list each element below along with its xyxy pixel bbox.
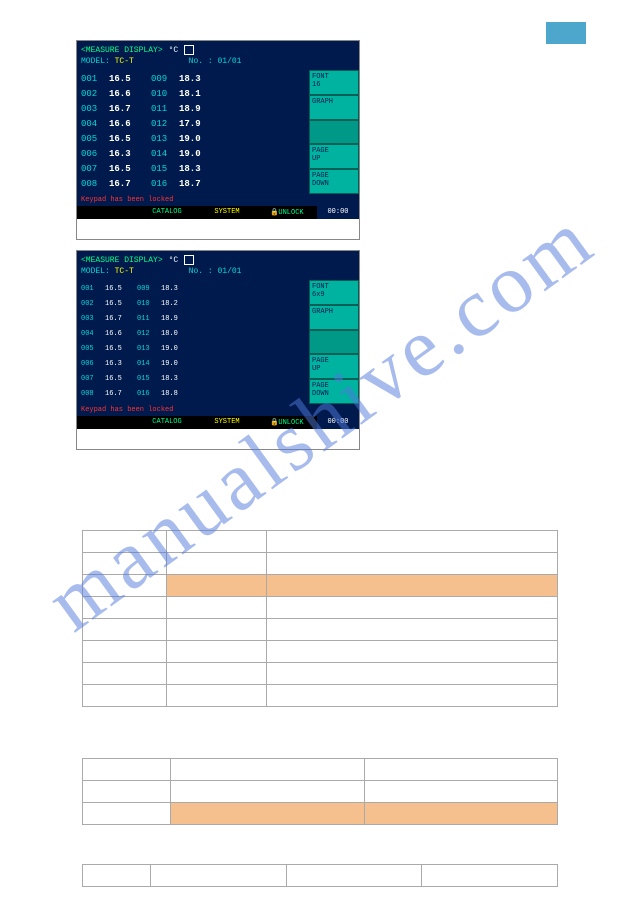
table-cell: [422, 865, 558, 887]
data-grid: 00116.500918.300216.501018.200316.701118…: [77, 280, 309, 404]
side-button[interactable]: PAGE DOWN: [309, 169, 359, 194]
model-value: TC-T: [115, 57, 134, 66]
table-cell: [267, 663, 558, 685]
table-cell: [267, 553, 558, 575]
table-cell: [83, 685, 167, 707]
system-button[interactable]: SYSTEM: [197, 206, 257, 219]
table-cell: [171, 781, 365, 803]
device-screenshot-1: <MEASURE DISPLAY> °C MODEL: TC-T No. : 0…: [76, 40, 360, 240]
table-cell: [267, 575, 558, 597]
table-cell: [167, 663, 267, 685]
unlock-button[interactable]: 🔒UNLOCK: [257, 416, 317, 429]
table-3: [82, 864, 558, 887]
side-button[interactable]: FONT 6x9: [309, 280, 359, 305]
table-cell: [83, 553, 167, 575]
table-cell: [267, 597, 558, 619]
table-cell: [167, 531, 267, 553]
table-cell: [167, 641, 267, 663]
side-button[interactable]: [309, 120, 359, 145]
table-cell: [167, 619, 267, 641]
side-button[interactable]: PAGE DOWN: [309, 379, 359, 404]
table-cell: [83, 641, 167, 663]
side-buttons: FONT 6x9GRAPH PAGE UPPAGE DOWN: [309, 280, 359, 404]
table-cell: [267, 619, 558, 641]
table-cell: [364, 759, 558, 781]
status-bar: CATALOG SYSTEM 🔒UNLOCK 00:00: [77, 416, 359, 429]
unit-label: °C: [169, 46, 179, 55]
status-message: Keypad has been locked: [77, 404, 359, 416]
screen-title: <MEASURE DISPLAY>: [81, 46, 163, 55]
catalog-button[interactable]: CATALOG: [137, 416, 197, 429]
table-cell: [267, 685, 558, 707]
table-cell: [83, 575, 167, 597]
catalog-button[interactable]: CATALOG: [137, 206, 197, 219]
unlock-button[interactable]: 🔒UNLOCK: [257, 206, 317, 219]
save-icon: [184, 255, 194, 265]
table-cell: [364, 781, 558, 803]
table-cell: [83, 597, 167, 619]
system-button[interactable]: SYSTEM: [197, 416, 257, 429]
table-cell: [83, 803, 171, 825]
table-cell: [167, 597, 267, 619]
side-button[interactable]: PAGE UP: [309, 354, 359, 379]
table-1: [82, 530, 558, 707]
table-cell: [286, 865, 422, 887]
side-button[interactable]: GRAPH: [309, 95, 359, 120]
table-cell: [267, 531, 558, 553]
status-message: Keypad has been locked: [77, 194, 359, 206]
table-cell: [151, 865, 287, 887]
table-cell: [83, 781, 171, 803]
clock: 00:00: [317, 416, 359, 429]
model-label: MODEL:: [81, 267, 110, 276]
table-cell: [267, 641, 558, 663]
model-label: MODEL:: [81, 57, 110, 66]
table-cell: [171, 803, 365, 825]
table-cell: [167, 575, 267, 597]
table-2: [82, 758, 558, 825]
screen-title: <MEASURE DISPLAY>: [81, 256, 163, 265]
side-button[interactable]: GRAPH: [309, 305, 359, 330]
model-value: TC-T: [115, 267, 134, 276]
status-bar: CATALOG SYSTEM 🔒UNLOCK 00:00: [77, 206, 359, 219]
no-label: No. : 01/01: [189, 57, 242, 66]
side-button[interactable]: [309, 330, 359, 355]
unit-label: °C: [169, 256, 179, 265]
data-grid: 00116.500918.300216.601018.100316.701118…: [77, 70, 309, 194]
table-cell: [83, 531, 167, 553]
save-icon: [184, 45, 194, 55]
clock: 00:00: [317, 206, 359, 219]
side-button[interactable]: PAGE UP: [309, 144, 359, 169]
table-cell: [364, 803, 558, 825]
table-cell: [171, 759, 365, 781]
table-cell: [83, 759, 171, 781]
table-cell: [167, 685, 267, 707]
device-screenshot-2: <MEASURE DISPLAY> °C MODEL: TC-T No. : 0…: [76, 250, 360, 450]
side-button[interactable]: FONT 16: [309, 70, 359, 95]
table-cell: [83, 865, 151, 887]
page-tab: [546, 22, 586, 44]
table-cell: [167, 553, 267, 575]
table-cell: [83, 663, 167, 685]
side-buttons: FONT 16GRAPH PAGE UPPAGE DOWN: [309, 70, 359, 194]
table-cell: [83, 619, 167, 641]
no-label: No. : 01/01: [189, 267, 242, 276]
